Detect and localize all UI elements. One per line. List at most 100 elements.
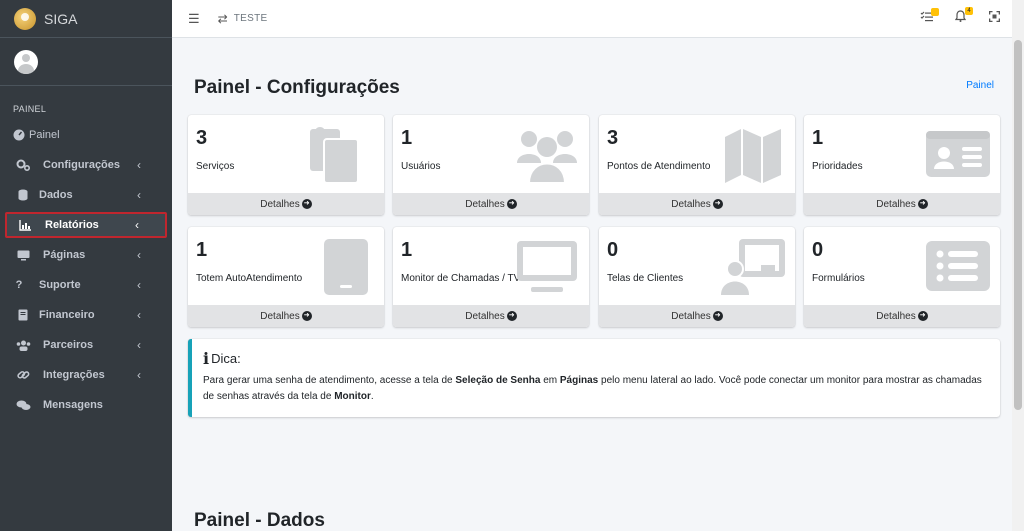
tip-text: Para gerar uma senha de atendimento, ace…: [203, 375, 982, 402]
card-label: Formulários: [812, 273, 865, 284]
sidebar-item-mensagens[interactable]: Mensagens: [5, 392, 167, 418]
arrow-circle-right-icon: ➜: [301, 199, 312, 209]
sidebar-item-label: Integrações: [43, 369, 105, 381]
sidebar-item-label: Páginas: [43, 249, 86, 261]
sidebar-item-financeiro[interactable]: Financeiro ‹: [5, 302, 167, 328]
chevron-left-icon: ‹: [137, 158, 141, 172]
scrollbar[interactable]: [1012, 0, 1024, 531]
chevron-left-icon: ‹: [137, 308, 141, 322]
user-panel: [0, 38, 172, 86]
arrow-circle-right-icon: ➜: [917, 199, 928, 209]
card-monitor: 1 Monitor de Chamadas / TVs Detalhes ➜: [393, 227, 589, 327]
breadcrumb[interactable]: Painel: [966, 80, 994, 91]
card-label: Usuários: [401, 161, 441, 172]
sidebar-item-label: Relatórios: [45, 219, 99, 231]
tip-title: Dica:: [211, 351, 241, 366]
details-link[interactable]: Detalhes ➜: [188, 305, 384, 327]
card-telas-clientes: 0 Telas de Clientes Detalhes ➜: [599, 227, 795, 327]
comments-icon: [15, 400, 31, 411]
sidebar-item-relatorios[interactable]: Relatórios ‹: [5, 212, 167, 238]
card-usuarios: 1 Usuários Detalhes ➜: [393, 115, 589, 215]
sidebar-item-dados[interactable]: Dados ‹: [5, 182, 167, 208]
card-pontos-atendimento: 3 Pontos de Atendimento Detalhes ➜: [599, 115, 795, 215]
database-icon: [15, 189, 31, 201]
swap-arrows-icon[interactable]: ⇄: [218, 12, 228, 26]
book-icon: [15, 309, 31, 321]
sidebar-item-label: Parceiros: [43, 339, 94, 351]
details-link[interactable]: Detalhes ➜: [393, 193, 589, 215]
arrow-circle-right-icon: ➜: [712, 199, 723, 209]
users-icon: [15, 340, 31, 351]
chevron-left-icon: ‹: [137, 368, 141, 382]
arrow-circle-right-icon: ➜: [712, 311, 723, 321]
details-link[interactable]: Detalhes ➜: [188, 193, 384, 215]
card-label: Monitor de Chamadas / TVs: [401, 273, 526, 284]
scrollbar-thumb[interactable]: [1014, 40, 1022, 410]
card-value: 1: [401, 239, 413, 261]
copy-icon: [310, 127, 359, 183]
card-label: Serviços: [196, 161, 235, 172]
card-value: 3: [196, 127, 208, 149]
details-link[interactable]: Detalhes ➜: [599, 305, 795, 327]
tip-header: i Dica:: [203, 349, 988, 368]
card-totem: 1 Totem AutoAtendimento Detalhes ➜: [188, 227, 384, 327]
info-icon: i: [203, 349, 210, 368]
sidebar-item-label: Mensagens: [43, 399, 103, 411]
sidebar-item-label: Suporte: [39, 279, 81, 291]
card-value: 0: [812, 239, 824, 261]
monitor-icon: [15, 250, 31, 261]
chevron-left-icon: ‹: [137, 278, 141, 292]
details-link[interactable]: Detalhes ➜: [599, 193, 795, 215]
brand-name: SIGA: [44, 10, 78, 27]
brand-logo-icon: [14, 7, 36, 30]
arrow-circle-right-icon: ➜: [506, 199, 517, 209]
chevron-left-icon: ‹: [137, 248, 141, 262]
chevron-left-icon: ‹: [137, 338, 141, 352]
tasks-icon[interactable]: [918, 7, 939, 25]
card-formularios: 0 Formulários Detalhes ➜: [804, 227, 1000, 327]
details-link[interactable]: Detalhes ➜: [804, 305, 1000, 327]
sidebar-item-parceiros[interactable]: Parceiros ‹: [5, 332, 167, 358]
details-link[interactable]: Detalhes ➜: [804, 193, 1000, 215]
sidebar-item-integracoes[interactable]: Integrações ‹: [5, 362, 167, 388]
tasks-badge: [931, 7, 939, 16]
sidebar-item-configuracoes[interactable]: Configurações ‹: [5, 152, 167, 178]
hamburger-menu-icon[interactable]: ☰: [188, 11, 200, 27]
navbar-right: 4: [918, 7, 1002, 25]
chevron-left-icon: ‹: [135, 218, 139, 232]
chevron-left-icon: ‹: [137, 188, 141, 202]
sidebar-item-painel[interactable]: Painel: [5, 122, 167, 148]
question-icon: ?: [15, 279, 23, 291]
card-prioridades: 1 Prioridades Detalhes ➜: [804, 115, 1000, 215]
sidebar-item-label: Configurações: [43, 159, 121, 171]
company-name[interactable]: TESTE: [234, 13, 268, 24]
sidebar-item-suporte[interactable]: ? Suporte ‹: [5, 272, 167, 298]
fullscreen-icon[interactable]: [986, 10, 1002, 25]
sidebar-item-paginas[interactable]: Páginas ‹: [5, 242, 167, 268]
arrow-circle-right-icon: ➜: [506, 311, 517, 321]
card-value: 0: [607, 239, 619, 261]
users-icon: [517, 131, 577, 183]
chalkboard-user-icon: [721, 239, 785, 295]
tip-callout: i Dica: Para gerar uma senha de atendime…: [188, 339, 1000, 417]
avatar[interactable]: [14, 49, 38, 74]
top-navbar: ☰ ⇄ TESTE 4: [172, 0, 1012, 38]
notifications-badge: 4: [965, 7, 973, 15]
brand[interactable]: SIGA: [0, 0, 172, 38]
card-value: 1: [812, 127, 824, 149]
bell-icon[interactable]: 4: [952, 7, 973, 25]
card-servicos: 3 Serviços Detalhes ➜: [188, 115, 384, 215]
sidebar-item-label: Painel: [29, 129, 60, 141]
arrow-circle-right-icon: ➜: [301, 311, 312, 321]
sidebar-item-label: Financeiro: [39, 309, 95, 321]
gauge-icon: [11, 129, 27, 141]
card-label: Prioridades: [812, 161, 863, 172]
details-link[interactable]: Detalhes ➜: [393, 305, 589, 327]
tablet-icon: [324, 239, 368, 295]
nav-header: PAINEL: [13, 104, 47, 114]
arrow-circle-right-icon: ➜: [917, 311, 928, 321]
card-value: 1: [196, 239, 208, 261]
card-label: Totem AutoAtendimento: [196, 273, 303, 284]
link-icon: [15, 369, 31, 381]
card-label: Pontos de Atendimento: [607, 161, 711, 172]
